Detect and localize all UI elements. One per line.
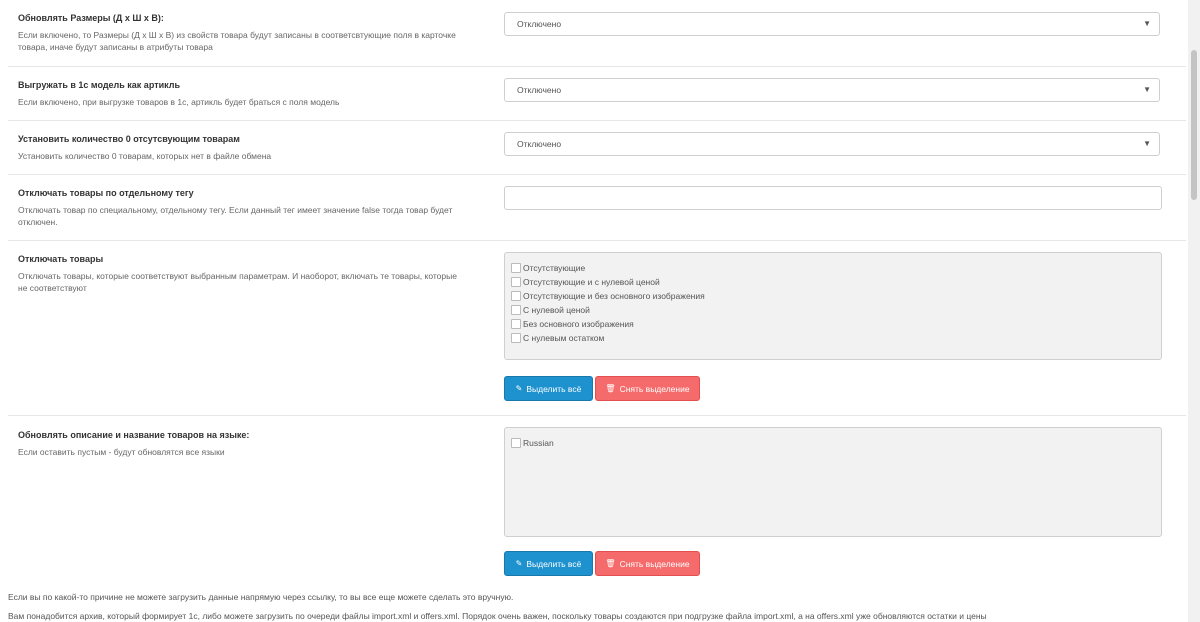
select-value: Отключено <box>517 85 562 95</box>
setting-row-disable-products: Отключать товары Отключать товары, котор… <box>8 240 1186 416</box>
disable-products-checklist: Отсутствующие Отсутствующие и с нулевой … <box>504 252 1162 360</box>
deselect-button[interactable]: 🗑 Снять выделение <box>595 551 700 576</box>
setting-row-language: Обновлять описание и название товаров на… <box>8 415 1186 590</box>
checkbox-option[interactable]: Без основного изображения <box>505 317 1161 331</box>
setting-title: Отключать товары <box>18 254 104 264</box>
checkbox[interactable] <box>511 438 521 448</box>
checkbox[interactable] <box>511 291 521 301</box>
setting-row-disable-by-tag: Отключать товары по отдельному тегу Откл… <box>8 174 1186 241</box>
setting-label: Отключать товары по отдельному тегу Откл… <box>18 187 468 228</box>
checkbox-option[interactable]: Отсутствующие и с нулевой ценой <box>505 275 1161 289</box>
button-label: Выделить всё <box>526 558 582 569</box>
button-label: Выделить всё <box>526 383 582 394</box>
zero-quantity-select[interactable]: Отключено ▼ <box>504 132 1160 156</box>
setting-title: Обновлять описание и название товаров на… <box>18 430 250 440</box>
trash-icon: 🗑 <box>605 559 616 568</box>
archive-upload-note: Вам понадобится архив, который формирует… <box>8 611 987 621</box>
checkbox[interactable] <box>511 305 521 315</box>
button-label: Снять выделение <box>619 558 690 569</box>
setting-description: Отключать товар по специальному, отдельн… <box>18 205 453 227</box>
checkbox-label: Отсутствующие <box>523 263 586 273</box>
checkbox-option[interactable]: Russian <box>505 436 1161 450</box>
checkbox-label: С нулевой ценой <box>523 305 590 315</box>
checkbox-option[interactable]: Отсутствующие и без основного изображени… <box>505 289 1161 303</box>
checkbox-option[interactable]: С нулевым остатком <box>505 331 1161 345</box>
disable-tag-input[interactable] <box>504 186 1162 210</box>
checkbox[interactable] <box>511 277 521 287</box>
button-label: Снять выделение <box>619 383 690 394</box>
setting-label: Установить количество 0 отсутсвующим тов… <box>18 133 468 162</box>
setting-description: Отключать товары, которые соответствуют … <box>18 271 457 293</box>
setting-title: Выгружать в 1с модель как артикль <box>18 80 180 90</box>
language-checklist: Russian <box>504 427 1162 537</box>
pencil-icon: ✎ <box>515 559 523 568</box>
checkbox-label: С нулевым остатком <box>523 333 605 343</box>
setting-title: Установить количество 0 отсутсвующим тов… <box>18 134 240 144</box>
setting-description: Если оставить пустым - будут обновлятся … <box>18 447 225 457</box>
setting-description: Если включено, при выгрузке товаров в 1с… <box>18 97 340 107</box>
chevron-down-icon: ▼ <box>1143 19 1151 28</box>
select-value: Отключено <box>517 139 562 149</box>
deselect-button[interactable]: 🗑 Снять выделение <box>595 376 700 401</box>
checkbox-label: Отсутствующие и без основного изображени… <box>523 291 705 301</box>
vertical-scrollbar[interactable] <box>1188 0 1200 622</box>
checkbox-label: Russian <box>523 438 554 448</box>
setting-label: Выгружать в 1с модель как артикль Если в… <box>18 79 468 108</box>
setting-row-dimensions: Обновлять Размеры (Д х Ш х В): Если вклю… <box>8 0 1186 67</box>
select-all-button[interactable]: ✎ Выделить всё <box>504 376 593 401</box>
dimensions-select[interactable]: Отключено ▼ <box>504 12 1160 36</box>
pencil-icon: ✎ <box>515 384 523 393</box>
setting-label: Обновлять описание и название товаров на… <box>18 429 468 458</box>
checkbox-option[interactable]: Отсутствующие <box>505 261 1161 275</box>
scrollbar-thumb[interactable] <box>1191 50 1197 200</box>
setting-title: Обновлять Размеры (Д х Ш х В): <box>18 13 164 23</box>
model-as-sku-select[interactable]: Отключено ▼ <box>504 78 1160 102</box>
select-all-button[interactable]: ✎ Выделить всё <box>504 551 593 576</box>
checkbox-option[interactable]: С нулевой ценой <box>505 303 1161 317</box>
manual-upload-note: Если вы по какой-то причине не можете за… <box>8 592 514 602</box>
trash-icon: 🗑 <box>605 384 616 393</box>
checkbox[interactable] <box>511 319 521 329</box>
setting-description: Установить количество 0 товарам, которых… <box>18 151 272 161</box>
setting-description: Если включено, то Размеры (Д х Ш х В) из… <box>18 30 456 52</box>
setting-row-zero-quantity: Установить количество 0 отсутсвующим тов… <box>8 120 1186 175</box>
setting-title: Отключать товары по отдельному тегу <box>18 188 194 198</box>
checkbox-label: Без основного изображения <box>523 319 634 329</box>
checkbox[interactable] <box>511 333 521 343</box>
checkbox[interactable] <box>511 263 521 273</box>
setting-row-model-as-sku: Выгружать в 1с модель как артикль Если в… <box>8 66 1186 121</box>
setting-label: Отключать товары Отключать товары, котор… <box>18 253 468 294</box>
setting-label: Обновлять Размеры (Д х Ш х В): Если вклю… <box>18 12 468 53</box>
chevron-down-icon: ▼ <box>1143 85 1151 94</box>
chevron-down-icon: ▼ <box>1143 139 1151 148</box>
select-value: Отключено <box>517 19 562 29</box>
checkbox-label: Отсутствующие и с нулевой ценой <box>523 277 660 287</box>
